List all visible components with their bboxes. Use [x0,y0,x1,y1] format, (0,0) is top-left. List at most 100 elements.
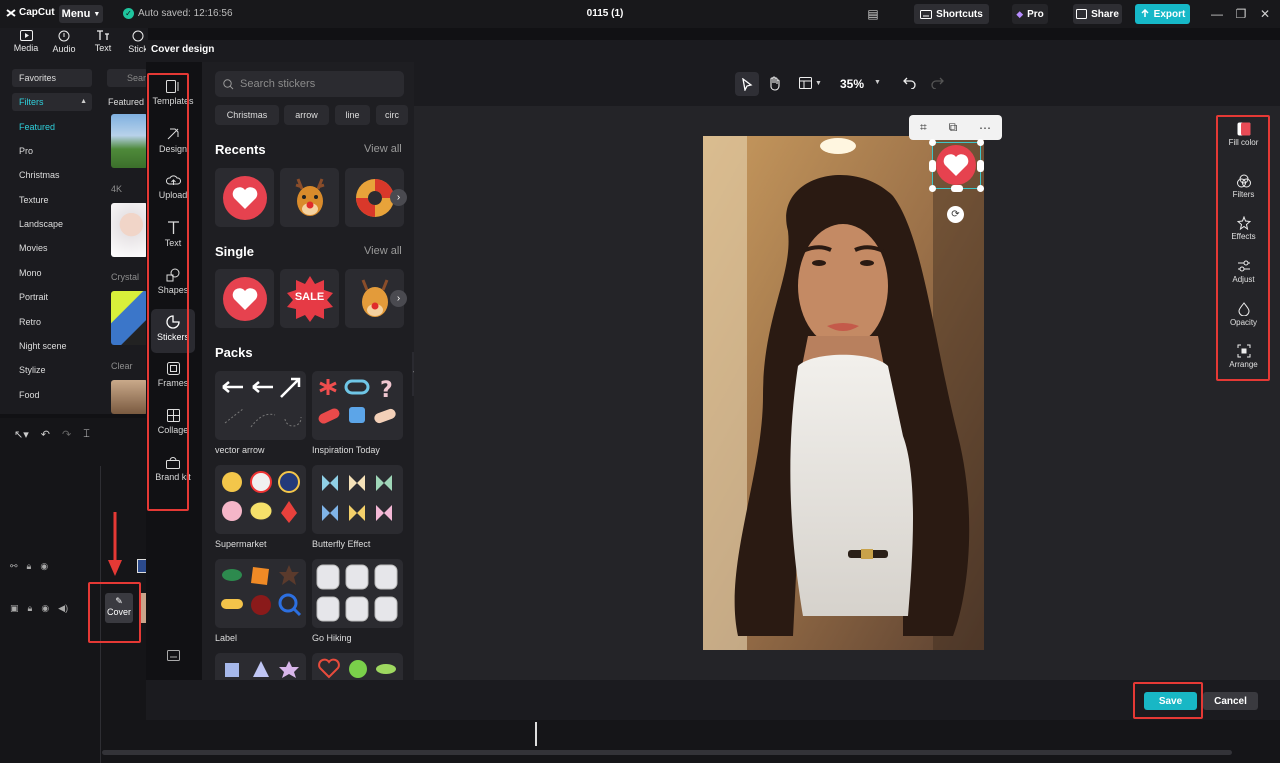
redo-icon[interactable]: ↷ [62,428,71,441]
chip-arrow[interactable]: arrow [284,105,329,125]
video-track-icon[interactable]: ▣ [10,603,19,614]
recents-next-button[interactable]: › [390,189,407,206]
eye-icon[interactable]: ◉ [41,603,49,614]
layout-icon[interactable]: ▤ [866,7,880,21]
playhead[interactable] [535,722,537,746]
category-christmas[interactable]: Christmas [12,166,92,184]
filter-thumb-4k[interactable] [111,114,148,168]
sticker-heart-single[interactable] [215,269,274,328]
lock-icon[interactable]: 🔒︎ [28,603,33,614]
category-movies[interactable]: Movies [12,239,92,257]
pack-geometric[interactable] [215,653,306,680]
sticker-search-input[interactable]: Search stickers [215,71,404,97]
filter-thumb[interactable] [111,380,148,414]
filter-search-input[interactable]: Sear [107,69,148,87]
rotate-icon[interactable]: ⟳ [947,206,964,223]
close-icon[interactable]: ✕ [1258,7,1272,21]
pack-colorful[interactable] [312,653,403,680]
category-food[interactable]: Food [12,386,92,404]
pack-inspiration-today[interactable]: ? [312,371,403,440]
sticker-heart[interactable] [215,168,274,227]
cancel-button[interactable]: Cancel [1203,692,1258,710]
resize-handle[interactable] [977,160,984,172]
share-button[interactable]: Share [1073,4,1122,24]
crop-icon[interactable]: ⌗ [920,120,927,135]
minimize-icon[interactable]: — [1210,7,1224,21]
filter-thumb-clear[interactable] [111,291,148,345]
eye-icon[interactable]: ◉ [40,561,48,572]
resize-handle[interactable] [951,185,963,192]
chip-christmas[interactable]: Christmas [215,105,279,125]
speaker-icon[interactable]: ◀︎) [58,603,68,614]
restore-icon[interactable]: ❐ [1234,7,1248,21]
keyboard-icon[interactable] [167,650,180,661]
category-featured[interactable]: Featured [12,118,92,136]
tab-brand-kit[interactable]: Brand kit [151,450,195,504]
property-fill-color[interactable]: Fill color [1218,122,1269,147]
single-next-button[interactable]: › [390,290,407,307]
redo-button[interactable] [931,76,944,89]
category-mono[interactable]: Mono [12,264,92,282]
tool-audio[interactable]: Audio [47,30,81,54]
selected-heart-sticker[interactable] [929,139,984,192]
tab-frames[interactable]: Frames [151,356,195,400]
menu-button[interactable]: Menu ▼ [59,5,103,23]
tool-text[interactable]: Text [86,30,120,53]
pro-button[interactable]: ◆ Pro [1012,4,1048,24]
pack-vector-arrow[interactable] [215,371,306,440]
category-filters[interactable]: Filters ▲ [12,93,92,111]
tab-text[interactable]: Text [151,215,195,259]
property-adjust[interactable]: Adjust [1218,259,1269,284]
property-effects[interactable]: Effects [1218,216,1269,241]
more-icon[interactable]: ⋯ [979,121,991,135]
save-button[interactable]: Save [1144,692,1197,710]
resize-handle[interactable] [929,139,936,146]
sticker-reindeer[interactable] [280,168,339,227]
property-opacity[interactable]: Opacity [1218,302,1269,327]
tab-shapes[interactable]: Shapes [151,262,195,306]
split-icon[interactable]: ⌶ [83,428,90,441]
property-arrange[interactable]: Arrange [1218,344,1269,369]
undo-button[interactable] [903,76,916,89]
category-texture[interactable]: Texture [12,191,92,209]
tab-upload[interactable]: Upload [151,168,195,212]
tab-design[interactable]: Design [151,121,195,165]
category-landscape[interactable]: Landscape [12,215,92,233]
chevron-down-icon[interactable]: ▼ [874,79,881,86]
group-icon[interactable]: ⚯ [10,561,18,572]
timeline-scrollbar[interactable] [102,750,1232,755]
recents-view-all[interactable]: View all [364,143,402,155]
chip-circle[interactable]: circ [376,105,408,125]
tool-media[interactable]: Media [9,30,43,53]
sticker-sale[interactable]: SALE [280,269,339,328]
chip-line[interactable]: line [335,105,370,125]
filter-thumb-crystal[interactable] [111,203,148,257]
resize-handle[interactable] [929,185,936,192]
pack-label[interactable] [215,559,306,628]
pack-butterfly-effect[interactable] [312,465,403,534]
undo-icon[interactable]: ↶ [41,428,50,441]
resize-handle[interactable] [977,185,984,192]
export-button[interactable]: Export [1135,4,1190,24]
category-night-scene[interactable]: Night scene [12,337,92,355]
tab-stickers[interactable]: Stickers [151,309,195,353]
pack-supermarket[interactable] [215,465,306,534]
duplicate-icon[interactable]: ⧉ [949,120,958,135]
single-view-all[interactable]: View all [364,245,402,257]
tab-templates[interactable]: Templates [151,74,195,118]
property-filters[interactable]: Filters [1218,174,1269,199]
category-pro[interactable]: Pro [12,142,92,160]
pointer-icon[interactable]: ↖▾ [14,428,29,441]
category-retro[interactable]: Retro [12,313,92,331]
cover-image[interactable] [703,136,984,650]
category-stylize[interactable]: Stylize [12,361,92,379]
resize-handle[interactable] [977,139,984,146]
lock-icon[interactable]: 🔒︎ [27,561,32,572]
cover-button[interactable]: ✎ Cover [105,593,133,623]
tab-collage[interactable]: Collage [151,403,195,447]
hand-tool[interactable] [768,76,782,91]
layout-dropdown[interactable]: ▼ [799,77,822,89]
category-portrait[interactable]: Portrait [12,288,92,306]
category-favorites[interactable]: Favorites [12,69,92,87]
shortcuts-button[interactable]: Shortcuts [914,4,989,24]
